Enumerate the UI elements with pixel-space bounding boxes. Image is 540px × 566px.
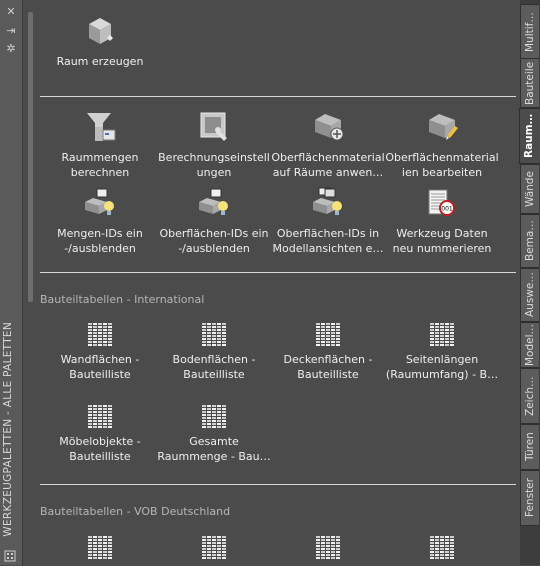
tab-label: Wände — [524, 171, 536, 207]
tool-label: Bodenflächen - Bauteilliste — [172, 353, 256, 381]
apply-surface-material-icon — [311, 110, 345, 144]
tab-doors[interactable]: Türen — [520, 424, 539, 470]
separator — [40, 272, 516, 273]
tab-label: Bauteile — [524, 61, 536, 105]
scrollbar[interactable] — [28, 12, 33, 302]
tool-floor-area-schedule[interactable]: Bodenflächen - Bauteilliste — [156, 322, 272, 382]
schedule-table-icon — [429, 322, 455, 348]
tab-label: Bema… — [524, 220, 536, 262]
tool-label: Deckenflächen - Bauteilliste — [283, 353, 373, 381]
properties-icon[interactable]: ✲ — [4, 43, 18, 55]
schedule-table-icon — [87, 404, 113, 430]
calculate-quantities-icon — [83, 110, 117, 144]
tool-calculation-settings[interactable]: Berechnungseinstell ungen — [156, 110, 272, 180]
close-icon[interactable]: ✕ — [4, 6, 18, 18]
tool-renumber-data[interactable]: 001 Werkzeug Daten neu nummerieren — [384, 186, 500, 256]
create-space-icon — [83, 14, 117, 48]
tool-surface-ids-model[interactable]: Oberflächen-IDs in Modellansichten e… — [270, 186, 386, 256]
tool-palette — [23, 0, 520, 565]
tool-label: Oberflächen-IDs in Modellansichten e… — [272, 227, 384, 255]
tab-dimensions[interactable]: Bema… — [520, 214, 539, 268]
tab-label: Zeich… — [524, 376, 536, 416]
schedule-table-icon — [87, 322, 113, 348]
tool-vob-schedule[interactable] — [42, 535, 158, 565]
tool-label: Wandflächen - Bauteilliste — [60, 353, 140, 381]
schedule-table-icon — [429, 535, 455, 561]
tool-furniture-schedule[interactable]: Möbelobjekte - Bauteilliste — [42, 404, 158, 464]
renumber-data-icon: 001 — [425, 186, 459, 220]
schedule-table-icon — [315, 535, 341, 561]
palette-title-bar[interactable]: ✕ ⇥ ✲ WERKZEUGPALETTEN - ALLE PALETTEN — [0, 0, 23, 565]
section-title: Bauteiltabellen - International — [40, 293, 205, 306]
tab-label: Fenster — [524, 478, 536, 518]
tab-label: Türen — [524, 432, 536, 462]
tab-components[interactable]: Bauteile — [520, 58, 539, 108]
tab-drawing[interactable]: Zeich… — [520, 368, 539, 424]
tool-label: Raummengen berechnen — [61, 151, 139, 179]
tool-apply-surface-material[interactable]: Oberflächenmaterial auf Räume anwen… — [270, 110, 386, 180]
tool-calculate-quantities[interactable]: Raummengen berechnen — [42, 110, 158, 180]
tool-wall-area-schedule[interactable]: Wandflächen - Bauteilliste — [42, 322, 158, 382]
tool-label: Oberflächen-IDs ein -/ausblenden — [159, 227, 269, 255]
tool-surface-ids-toggle[interactable]: Oberflächen-IDs ein -/ausblenden — [156, 186, 272, 256]
schedule-table-icon — [315, 322, 341, 348]
separator — [40, 484, 516, 485]
tab-label: Raum… — [523, 113, 535, 159]
tab-windows[interactable]: Fenster — [520, 470, 539, 526]
schedule-table-icon — [201, 535, 227, 561]
tool-vob-schedule[interactable] — [384, 535, 500, 565]
section-title: Bauteiltabellen - VOB Deutschland — [40, 505, 231, 518]
surface-ids-toggle-icon — [197, 186, 231, 220]
schedule-table-icon — [87, 535, 113, 561]
tool-label: Berechnungseinstell ungen — [158, 151, 270, 179]
schedule-table-icon — [201, 322, 227, 348]
tool-label: Werkzeug Daten neu nummerieren — [392, 227, 492, 255]
tab-label: Auswe… — [524, 272, 536, 318]
quantity-ids-toggle-icon — [83, 186, 117, 220]
tab-label: Multif… — [524, 12, 536, 52]
tool-label: Oberflächenmaterial auf Räume anwen… — [271, 151, 385, 179]
surface-ids-model-icon — [311, 186, 345, 220]
tool-quantity-ids-toggle[interactable]: Mengen-IDs ein -/ausblenden — [42, 186, 158, 256]
tool-total-space-schedule[interactable]: Gesamte Raummenge - Bau… — [156, 404, 272, 464]
tab-spaces[interactable]: Raum… — [519, 108, 540, 164]
svg-text:001: 001 — [441, 206, 453, 213]
tool-create-space[interactable]: Raum erzeugen — [42, 14, 158, 69]
separator — [40, 96, 516, 97]
tool-label: Raum erzeugen — [56, 55, 144, 68]
tab-evaluation[interactable]: Auswe… — [520, 268, 539, 322]
palette-title: WERKZEUGPALETTEN - ALLE PALETTEN — [2, 322, 14, 537]
tool-label: Möbelobjekte - Bauteilliste — [59, 435, 141, 463]
palette-tabs: Multif… Bauteile Raum… Wände Bema… Auswe… — [519, 0, 540, 565]
tool-label: Gesamte Raummenge - Bau… — [157, 435, 271, 463]
auto-hide-icon[interactable]: ⇥ — [4, 25, 18, 37]
tab-label: Model… — [524, 323, 536, 367]
tool-label: Seitenlängen (Raumumfang) - B… — [385, 353, 499, 381]
tab-multifunction[interactable]: Multif… — [520, 4, 539, 60]
edit-surface-material-icon — [425, 110, 459, 144]
tool-edit-surface-material[interactable]: Oberflächenmaterial ien bearbeiten — [384, 110, 500, 180]
tool-vob-schedule[interactable] — [270, 535, 386, 565]
tab-walls[interactable]: Wände — [520, 164, 539, 214]
calculation-settings-icon — [197, 110, 231, 144]
tool-label: Oberflächenmaterial ien bearbeiten — [385, 151, 499, 179]
tool-label: Mengen-IDs ein -/ausblenden — [57, 227, 143, 255]
tab-model[interactable]: Model… — [520, 322, 539, 368]
tool-vob-schedule[interactable] — [156, 535, 272, 565]
schedule-table-icon — [201, 404, 227, 430]
tool-perimeter-schedule[interactable]: Seitenlängen (Raumumfang) - B… — [384, 322, 500, 382]
palette-menu-icon[interactable] — [4, 547, 16, 562]
tool-ceiling-area-schedule[interactable]: Deckenflächen - Bauteilliste — [270, 322, 386, 382]
